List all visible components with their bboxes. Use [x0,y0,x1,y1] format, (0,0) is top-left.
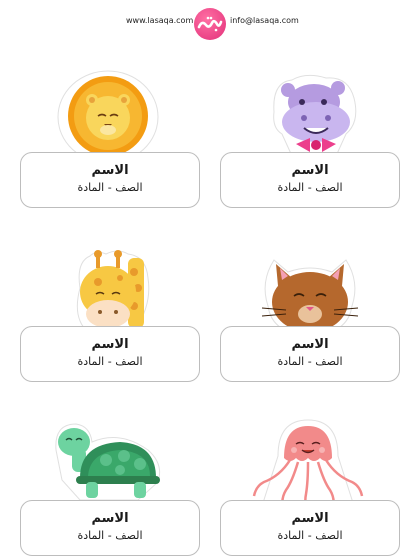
name-text: الاسم [291,163,329,178]
name-text: الاسم [291,511,329,526]
name-label-card: الاسم الصف - المادة [20,326,200,382]
website-text: www.lasaqa.com [126,16,194,25]
name-text: الاسم [91,511,129,526]
label-box [220,326,400,382]
label-box [20,152,200,208]
name-label-card: الاسم الصف - المادة [220,500,400,556]
email-text: info@lasaqa.com [230,16,299,25]
brand-logo [194,8,226,40]
name-text: الاسم [91,163,129,178]
class-subject-text: الصف - المادة [77,181,143,194]
name-label-card: الاسم الصف - المادة [220,326,400,382]
name-label-card: الاسم الصف - المادة [20,152,200,208]
name-text: الاسم [91,337,129,352]
label-box [20,500,200,556]
turtle-icon [55,423,161,501]
giraffe-icon [76,250,150,333]
lion-icon [57,70,159,164]
name-text: الاسم [291,337,329,352]
logo-icon [197,16,223,32]
class-subject-text: الصف - المادة [277,355,343,368]
label-box [220,500,400,556]
name-label-card: الاسم الصف - المادة [20,500,200,556]
class-subject-text: الصف - المادة [77,529,143,542]
hippo-icon [273,74,357,157]
class-subject-text: الصف - المادة [277,529,343,542]
class-subject-text: الصف - المادة [77,355,143,368]
class-subject-text: الصف - المادة [277,181,343,194]
label-box [20,326,200,382]
name-label-card: الاسم الصف - المادة [220,152,400,208]
label-box [220,152,400,208]
page-header: www.lasaqa.com info@lasaqa.com [0,6,420,40]
